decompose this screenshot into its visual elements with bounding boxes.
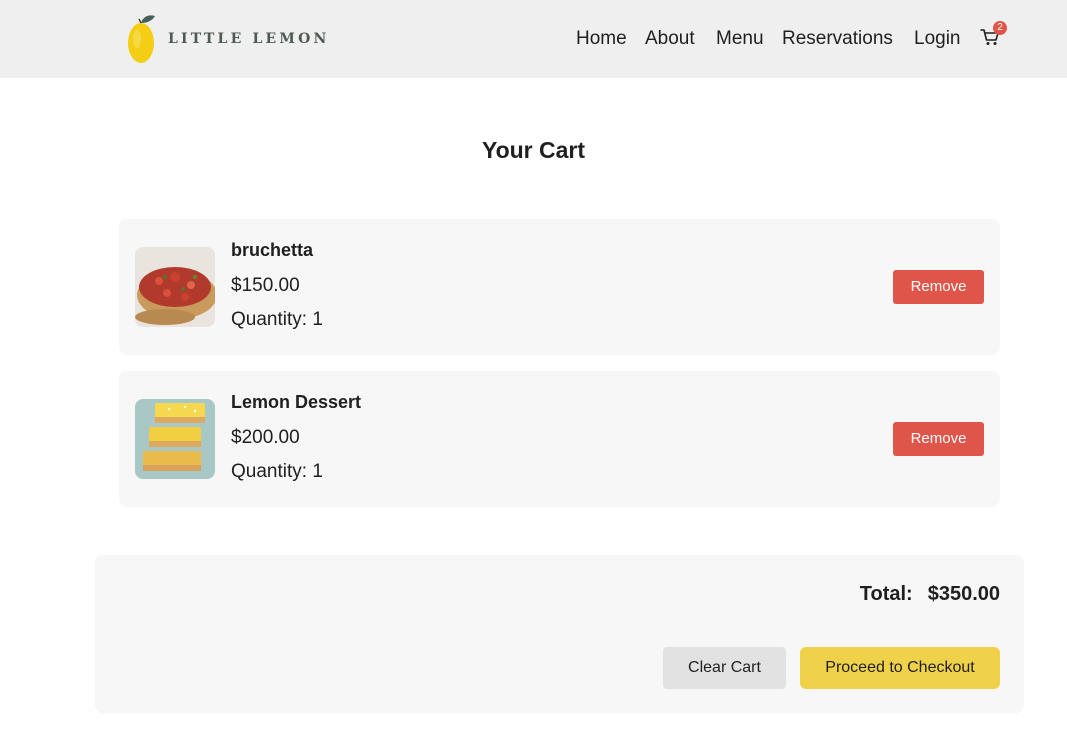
navbar: LITTLE LEMON Home About Menu Reservation…: [0, 0, 1067, 78]
bruschetta-image: [135, 247, 215, 327]
remove-button[interactable]: Remove: [893, 270, 984, 304]
cart-summary: Total: $350.00 Clear Cart Proceed to Che…: [95, 555, 1024, 713]
nav-links: Home About Menu Reservations Login: [0, 26, 1067, 52]
total-value: $350.00: [927, 582, 1000, 605]
cart-item: bruchetta $150.00 Quantity: 1 Remove: [119, 219, 1000, 355]
total-row: Total: $350.00: [860, 581, 1000, 607]
item-quantity: Quantity: 1: [231, 309, 323, 330]
page-title: Your Cart: [481, 137, 586, 163]
remove-button[interactable]: Remove: [893, 422, 984, 456]
total-label: Total:: [859, 582, 913, 605]
clear-cart-button[interactable]: Clear Cart: [663, 647, 786, 689]
cart-count-badge: 2: [993, 21, 1007, 35]
nav-link-login[interactable]: Login: [914, 26, 961, 52]
item-price: $150.00: [231, 275, 300, 296]
lemon-dessert-image: [135, 399, 215, 479]
cart-item: Lemon Dessert $200.00 Quantity: 1 Remove: [119, 371, 1000, 507]
item-name: bruchetta: [231, 240, 314, 260]
nav-link-home[interactable]: Home: [576, 26, 627, 52]
item-quantity: Quantity: 1: [231, 461, 323, 482]
checkout-button[interactable]: Proceed to Checkout: [800, 647, 1000, 689]
nav-link-about[interactable]: About: [645, 26, 695, 52]
item-price: $200.00: [231, 427, 300, 448]
item-name: Lemon Dessert: [231, 392, 362, 412]
nav-link-menu[interactable]: Menu: [716, 26, 764, 52]
nav-link-reservations[interactable]: Reservations: [782, 26, 893, 52]
